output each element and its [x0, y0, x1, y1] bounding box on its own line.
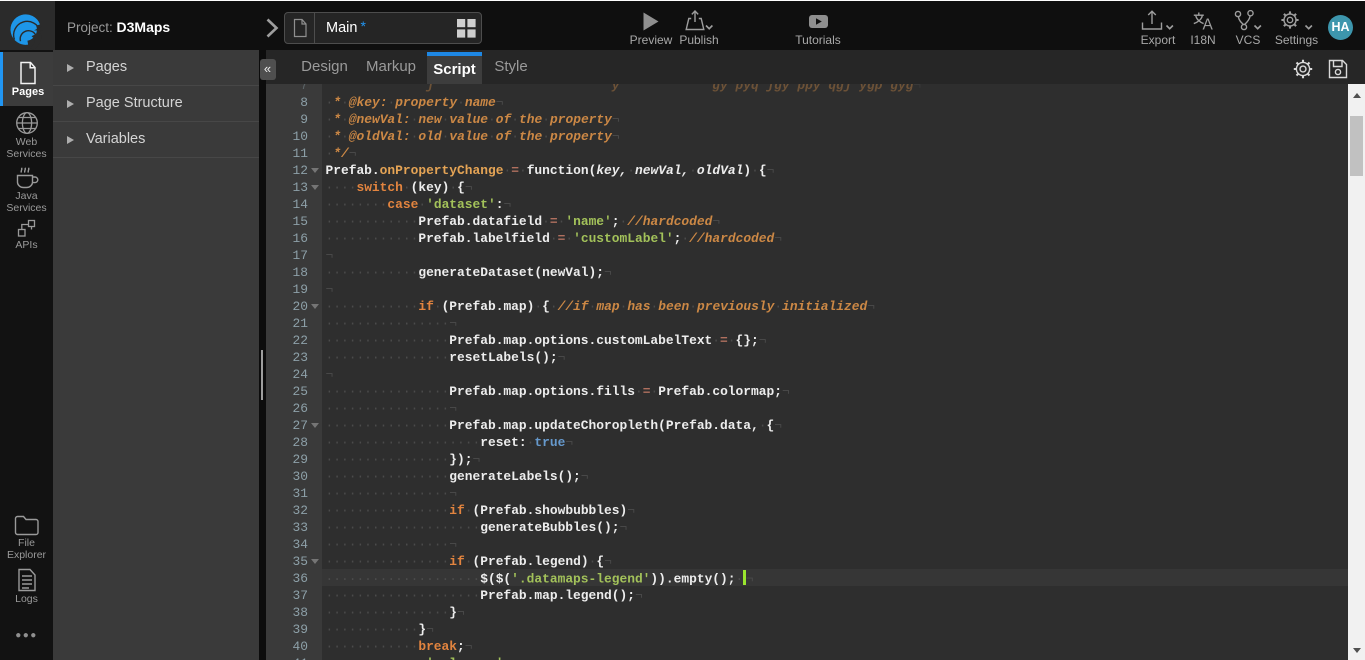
svg-text:A: A — [1202, 17, 1213, 32]
